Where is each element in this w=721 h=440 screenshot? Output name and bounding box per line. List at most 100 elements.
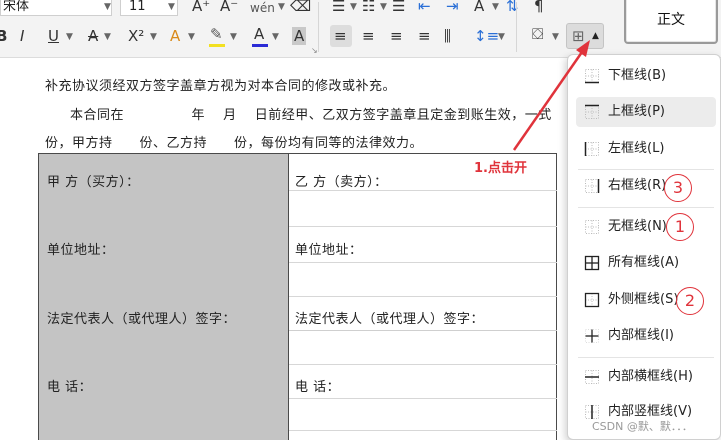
strikethrough-button[interactable]: A (88, 27, 98, 45)
table-cell-party-a[interactable]: 甲 方（买方）： (47, 171, 140, 190)
font-name-select[interactable]: 宋体 (0, 0, 112, 16)
top-border-icon (585, 104, 599, 119)
chevron-down-icon[interactable]: ▼ (492, 2, 499, 12)
divider (318, 2, 319, 52)
contract-signature-table[interactable]: 甲 方（买方）： 单位地址： 法定代表人（或代理人）签字： 电 话： 乙 方（卖… (38, 153, 557, 440)
chevron-down-icon[interactable]: ▼ (66, 32, 73, 42)
menu-item-label: 无框线(N) (608, 219, 667, 234)
multilevel-list-icon[interactable]: ☰ (392, 0, 405, 15)
font-name-value: 宋体 (3, 0, 30, 14)
right-border-icon (585, 179, 600, 193)
italic-button[interactable]: I (20, 27, 24, 45)
phonetic-guide-button[interactable]: wén (250, 0, 275, 17)
align-right-icon[interactable]: ≡ (390, 27, 403, 45)
row-divider (289, 190, 557, 191)
numbered-list-icon[interactable]: ☷ (362, 0, 375, 15)
character-shading-button[interactable]: A (292, 27, 307, 45)
font-color-button[interactable]: A (254, 25, 264, 43)
clear-format-icon[interactable]: ⌫ (290, 0, 311, 15)
borders-icon[interactable]: ⊞ (572, 27, 585, 45)
no-border-icon (585, 220, 599, 234)
menu-item-inside-horizontal[interactable]: 内部横框线(H) (576, 362, 716, 392)
highlight-icon[interactable]: ✎ (210, 25, 223, 43)
style-normal-card[interactable]: 正文 (624, 0, 718, 44)
chevron-down-icon[interactable]: ▼ (168, 2, 175, 12)
chevron-down-icon[interactable]: ▼ (104, 2, 111, 12)
menu-item-left-border[interactable]: 左框线(L) (576, 134, 716, 164)
table-cell-party-b[interactable]: 乙 方（卖方）： (295, 171, 388, 190)
row-divider (289, 296, 557, 297)
style-normal-label: 正文 (657, 12, 685, 28)
line-spacing-icon[interactable]: ↕≡ (474, 27, 499, 45)
decrease-indent-icon[interactable]: ⇤ (418, 0, 431, 15)
chevron-down-icon[interactable]: ▼ (350, 2, 357, 12)
menu-item-bottom-border[interactable]: 下框线(B) (576, 61, 716, 91)
bottom-border-icon (585, 69, 599, 84)
menu-item-no-border[interactable]: 无框线(N) (576, 212, 716, 242)
align-left-icon[interactable]: ≡ (334, 27, 347, 45)
distributed-align-icon[interactable]: ⫼ (444, 27, 451, 45)
highlight-color-bar (209, 44, 225, 47)
menu-item-inside-borders[interactable]: 内部框线(I) (576, 321, 716, 351)
table-cell-address-b[interactable]: 单位地址： (295, 239, 363, 258)
chevron-down-icon[interactable]: ▼ (498, 32, 505, 42)
chinese-layout-icon[interactable]: A͡ (474, 0, 484, 15)
ribbon-toolbar: 宋体 ▼ 11 ▼ A⁺ A⁻ wén ▼ ⌫ ☰ ▼ ☷ ▼ ☰ ⇤ ⇥ A͡… (0, 0, 721, 58)
shading-icon[interactable]: ⛋ (532, 25, 543, 43)
superscript-button[interactable]: X² (128, 27, 144, 45)
chevron-down-icon[interactable]: ▼ (150, 32, 157, 42)
menu-divider (578, 207, 714, 208)
table-cell-signature-a[interactable]: 法定代表人（或代理人）签字： (47, 308, 236, 327)
bullet-list-icon[interactable]: ☰ (332, 0, 345, 15)
selected-column-shade (39, 154, 288, 440)
left-border-icon (584, 142, 599, 156)
font-color-bar (252, 44, 268, 47)
menu-item-top-border[interactable]: 上框线(P) (576, 97, 716, 127)
step-number-badge: 2 (676, 287, 704, 315)
menu-item-label: 右框线(R) (608, 178, 667, 193)
doc-paragraph-line: 补充协议须经双方签字盖章方视为对本合同的修改或补充。 (45, 79, 397, 94)
table-cell-phone-a[interactable]: 电 话： (47, 376, 92, 395)
chevron-down-icon[interactable]: ▼ (104, 32, 111, 42)
chevron-down-icon[interactable]: ▼ (552, 32, 559, 42)
watermark-text: CSDN @默、默．．． (592, 420, 693, 433)
dialog-launcher-icon[interactable]: ↘ (311, 46, 318, 55)
chevron-down-icon[interactable]: ▼ (188, 32, 195, 42)
underline-button[interactable]: U (48, 27, 59, 45)
step-annotation-label: 1.点击开 (474, 161, 527, 176)
all-borders-icon (584, 255, 600, 271)
row-divider (289, 364, 557, 365)
chevron-down-icon[interactable]: ▼ (230, 32, 237, 42)
chevron-down-icon[interactable]: ▼ (272, 32, 279, 42)
menu-item-right-border[interactable]: 右框线(R) (576, 171, 716, 201)
table-cell-phone-b[interactable]: 电 话： (295, 376, 340, 395)
increase-indent-icon[interactable]: ⇥ (446, 0, 459, 15)
menu-divider (578, 357, 714, 358)
inside-borders-icon (585, 329, 599, 343)
row-divider (289, 398, 557, 399)
chevron-up-icon[interactable]: ▲ (592, 31, 599, 41)
show-marks-icon[interactable]: ¶ (534, 0, 544, 15)
menu-item-label: 所有框线(A) (608, 255, 680, 270)
doc-paragraph-line: 份，甲方持 份、乙方持 份，每份均有同等的法律效力。 (45, 136, 424, 151)
table-cell-signature-b[interactable]: 法定代表人（或代理人）签字： (295, 308, 484, 327)
chevron-down-icon[interactable]: ▼ (278, 2, 285, 12)
menu-item-all-borders[interactable]: 所有框线(A) (576, 248, 716, 278)
justify-icon[interactable]: ≡ (418, 27, 431, 45)
row-divider (289, 430, 557, 431)
step-number-badge: 1 (666, 213, 694, 241)
chevron-down-icon[interactable]: ▼ (380, 2, 387, 12)
outside-borders-icon (584, 292, 600, 308)
grow-font-button[interactable]: A⁺ (192, 0, 210, 15)
menu-item-label: 外侧框线(S) (608, 292, 679, 307)
table-cell-address-a[interactable]: 单位地址： (47, 239, 115, 258)
shrink-font-button[interactable]: A⁻ (220, 0, 238, 15)
align-center-icon[interactable]: ≡ (362, 27, 375, 45)
row-divider (289, 262, 557, 263)
text-effect-button[interactable]: A (170, 27, 180, 45)
menu-item-label: 上框线(P) (608, 104, 665, 119)
row-divider (289, 226, 557, 227)
row-divider (289, 330, 557, 331)
menu-item-label: 左框线(L) (608, 141, 665, 156)
bold-button[interactable]: B (0, 27, 7, 45)
